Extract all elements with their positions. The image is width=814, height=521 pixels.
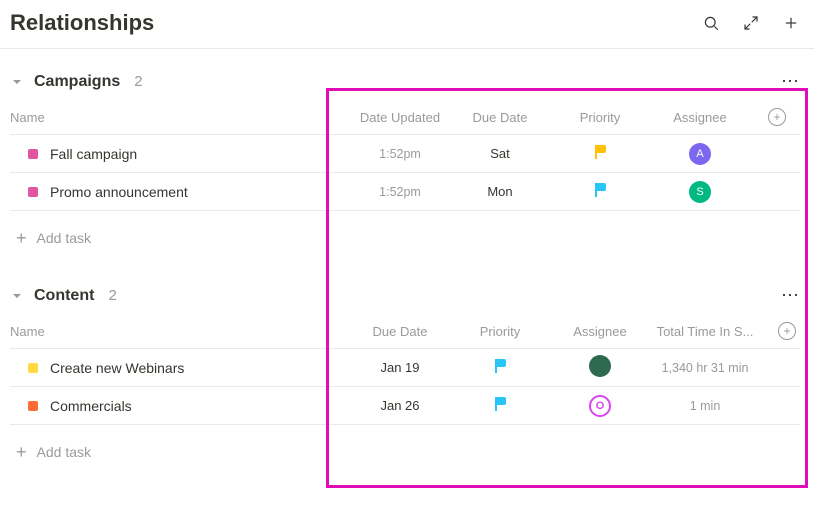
column-header[interactable]: Total Time In S... — [650, 324, 760, 339]
cell-priority[interactable] — [450, 359, 550, 376]
plus-icon: + — [16, 443, 27, 461]
column-header[interactable]: Assignee — [550, 324, 650, 339]
task-name: Promo announcement — [50, 184, 188, 200]
cell-due-date[interactable]: Mon — [450, 184, 550, 199]
cell-assignee[interactable]: S — [650, 181, 750, 203]
column-header[interactable]: Date Updated — [350, 110, 450, 125]
cell-date-updated[interactable]: 1:52pm — [350, 147, 450, 161]
cell-due-date[interactable]: Jan 26 — [350, 398, 450, 413]
add-task-button[interactable]: + Add task — [10, 425, 800, 477]
add-column-button[interactable]: + — [768, 108, 786, 126]
flag-icon — [493, 359, 507, 373]
cell-date-updated[interactable]: 1:52pm — [350, 185, 450, 199]
group-menu-dots-icon[interactable]: ⋯ — [781, 71, 800, 92]
column-header[interactable]: Assignee — [650, 110, 750, 125]
avatar: S — [689, 181, 711, 203]
table-row[interactable]: Promo announcement 1:52pm Mon S — [10, 173, 800, 211]
task-name: Create new Webinars — [50, 360, 184, 376]
cell-priority[interactable] — [450, 397, 550, 414]
add-task-label: Add task — [37, 444, 91, 460]
group-title: Content — [34, 287, 94, 305]
cell-assignee[interactable] — [550, 355, 650, 380]
cell-priority[interactable] — [550, 145, 650, 162]
status-square-icon — [28, 401, 38, 411]
add-task-label: Add task — [37, 230, 91, 246]
task-name: Commercials — [50, 398, 132, 414]
status-square-icon — [28, 363, 38, 373]
group-count: 2 — [134, 73, 142, 90]
group-campaigns: Campaigns 2 ⋯ Name Date Updated Due Date… — [0, 49, 814, 263]
flag-icon — [593, 183, 607, 197]
column-header[interactable]: Due Date — [450, 110, 550, 125]
plus-icon: + — [16, 229, 27, 247]
add-task-button[interactable]: + Add task — [10, 211, 800, 263]
group-count: 2 — [108, 287, 116, 304]
cell-due-date[interactable]: Sat — [450, 146, 550, 161]
avatar: O — [589, 395, 611, 417]
flag-icon — [493, 397, 507, 411]
column-header[interactable]: Priority — [550, 110, 650, 125]
column-header[interactable]: Priority — [450, 324, 550, 339]
status-square-icon — [28, 187, 38, 197]
page-title: Relationships — [10, 10, 154, 36]
table-row[interactable]: Fall campaign 1:52pm Sat A — [10, 135, 800, 173]
table-row[interactable]: Create new Webinars Jan 19 1,340 hr 31 m… — [10, 349, 800, 387]
add-icon[interactable] — [782, 14, 800, 32]
column-header-name[interactable]: Name — [10, 324, 350, 339]
avatar: A — [689, 143, 711, 165]
group-content: Content 2 ⋯ Name Due Date Priority Assig… — [0, 263, 814, 477]
cell-due-date[interactable]: Jan 19 — [350, 360, 450, 375]
group-menu-dots-icon[interactable]: ⋯ — [781, 285, 800, 306]
search-icon[interactable] — [702, 14, 720, 32]
chevron-down-icon[interactable] — [10, 289, 24, 303]
cell-assignee[interactable]: A — [650, 143, 750, 165]
task-name: Fall campaign — [50, 146, 137, 162]
flag-icon — [593, 145, 607, 159]
status-square-icon — [28, 149, 38, 159]
avatar — [589, 355, 611, 377]
cell-total-time[interactable]: 1,340 hr 31 min — [650, 361, 760, 375]
expand-icon[interactable] — [742, 14, 760, 32]
cell-priority[interactable] — [550, 183, 650, 200]
group-title: Campaigns — [34, 73, 120, 91]
table-row[interactable]: Commercials Jan 26 O 1 min — [10, 387, 800, 425]
column-header[interactable]: Due Date — [350, 324, 450, 339]
cell-total-time[interactable]: 1 min — [650, 399, 760, 413]
chevron-down-icon[interactable] — [10, 75, 24, 89]
header-actions — [702, 14, 800, 32]
column-header-name[interactable]: Name — [10, 110, 350, 125]
cell-assignee[interactable]: O — [550, 395, 650, 417]
add-column-button[interactable]: + — [778, 322, 796, 340]
